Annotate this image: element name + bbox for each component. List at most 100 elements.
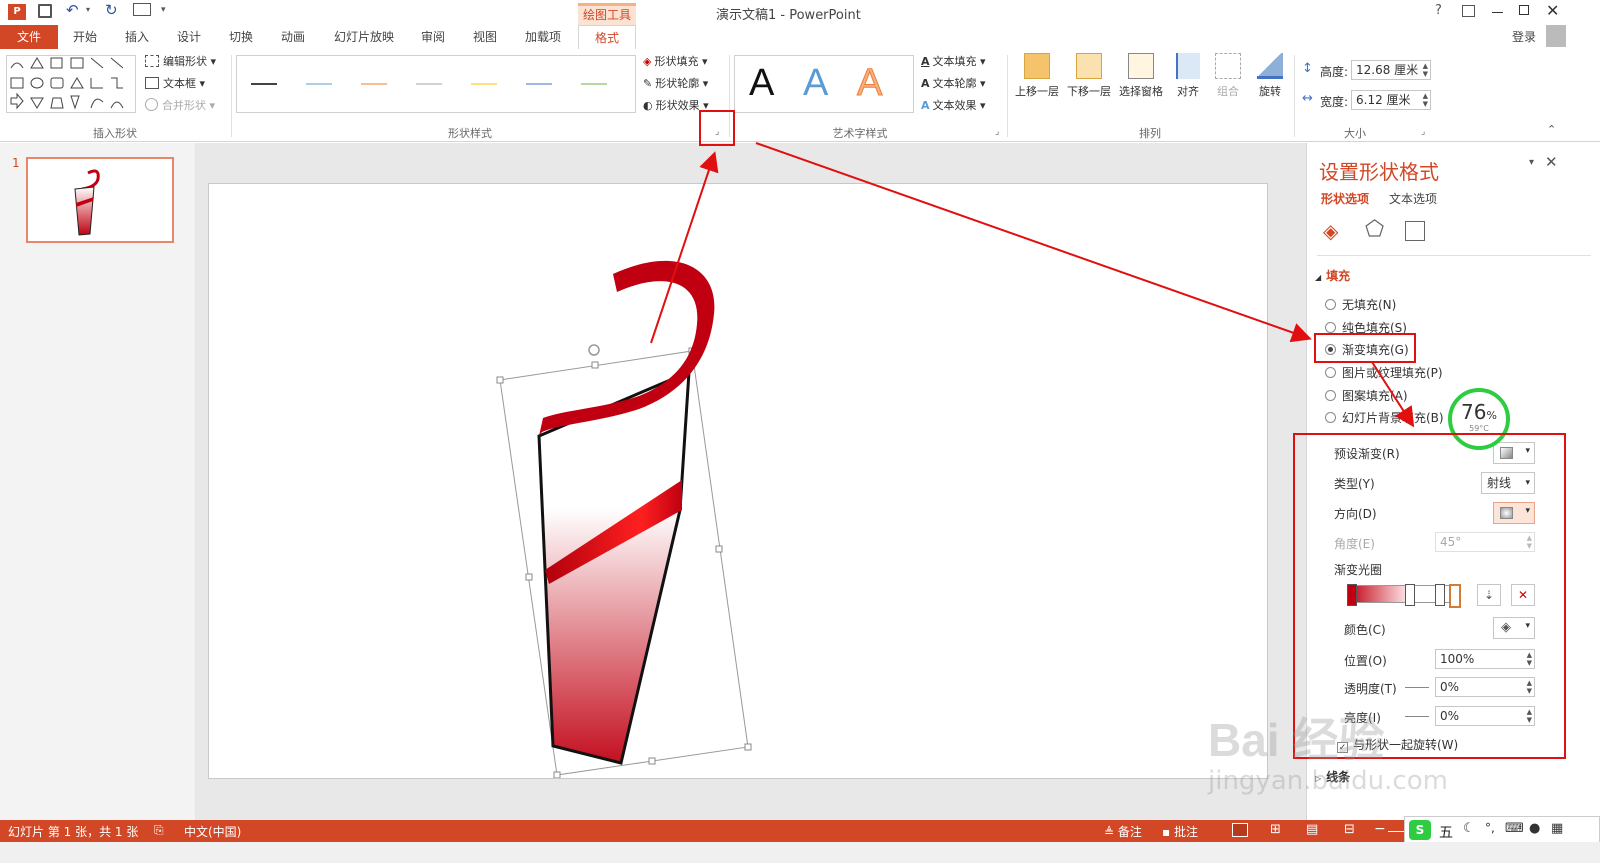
wordart-style-black[interactable]: A: [749, 62, 774, 105]
language-indicator[interactable]: 中文(中国): [184, 823, 241, 840]
tab-view[interactable]: 视图: [462, 25, 508, 49]
pane-close-icon[interactable]: ✕: [1545, 153, 1558, 171]
ime-logo-icon[interactable]: S: [1409, 820, 1431, 840]
login-link[interactable]: 登录: [1512, 28, 1536, 45]
text-effects-button[interactable]: A 文本效果 ▾: [921, 97, 986, 115]
fill-option-pattern[interactable]: 图案填充(A): [1325, 387, 1408, 404]
tab-file[interactable]: 文件: [0, 25, 58, 49]
spellcheck-icon[interactable]: ⎘: [154, 823, 164, 838]
text-outline-button[interactable]: A 文本轮廓 ▾: [921, 75, 986, 93]
radio-picture[interactable]: [1325, 367, 1336, 378]
fill-option-none[interactable]: 无填充(N): [1325, 296, 1396, 313]
merge-shapes-button[interactable]: 合并形状 ▾: [145, 97, 215, 115]
punctuation-icon[interactable]: °,: [1485, 821, 1495, 835]
shape-fill-button[interactable]: ◈ 形状填充 ▾: [643, 53, 708, 71]
radio-background[interactable]: [1325, 412, 1336, 423]
bring-forward-button[interactable]: 上移一层: [1012, 53, 1062, 99]
slide-sorter-icon[interactable]: ⊞: [1270, 822, 1281, 837]
shapes-grid-icon: [10, 57, 124, 110]
fill-option-background[interactable]: 幻灯片背景填充(B): [1325, 409, 1444, 426]
minimize-button[interactable]: [1492, 12, 1503, 13]
send-backward-button[interactable]: 下移一层: [1064, 53, 1114, 99]
widget-temp: 59°C: [1469, 424, 1489, 433]
width-spinner[interactable]: ▲ ▼: [1423, 92, 1428, 108]
text-fill-button[interactable]: A 文本填充 ▾: [921, 53, 986, 71]
wordart-style-orange[interactable]: A: [856, 62, 882, 105]
slide-thumbnail[interactable]: [26, 157, 174, 243]
tab-design[interactable]: 设计: [166, 25, 212, 49]
rotate-button[interactable]: 旋转: [1252, 53, 1288, 99]
tab-home[interactable]: 开始: [62, 25, 108, 49]
title-bar: P ↶ ▾ ↻ ▾ 绘图工具 演示文稿1 - PowerPoint ? ✕: [0, 0, 1600, 25]
shape-style-gallery[interactable]: [236, 55, 636, 113]
radio-solid[interactable]: [1325, 322, 1336, 333]
align-button[interactable]: 对齐: [1170, 53, 1206, 99]
height-input[interactable]: 12.68 厘米 ▲ ▼: [1351, 60, 1431, 80]
restore-button[interactable]: [1519, 5, 1529, 15]
reading-view-icon[interactable]: ▤: [1306, 822, 1318, 837]
annotation-gradient-fill-box: [1314, 333, 1416, 363]
tab-animations[interactable]: 动画: [270, 25, 316, 49]
customize-qat-icon[interactable]: ▾: [161, 5, 166, 15]
undo-icon[interactable]: ↶: [66, 1, 79, 19]
text-box-button[interactable]: 文本框 ▾: [145, 75, 205, 93]
effects-pentagon-icon[interactable]: ⬠: [1365, 217, 1384, 242]
avatar[interactable]: [1546, 25, 1566, 47]
straw[interactable]: [539, 260, 715, 436]
tab-slideshow[interactable]: 幻灯片放映: [324, 25, 404, 49]
group-button[interactable]: 组合: [1210, 53, 1246, 99]
tab-addins[interactable]: 加载项: [514, 25, 572, 49]
pane-options-dropdown[interactable]: ▾: [1529, 157, 1534, 168]
fill-option-picture[interactable]: 图片或纹理填充(P): [1325, 364, 1443, 381]
redo-icon[interactable]: ↻: [105, 1, 118, 19]
help-button[interactable]: ?: [1435, 3, 1442, 18]
collapse-ribbon-icon[interactable]: ⌃: [1547, 123, 1556, 136]
ime-toolbar: S 五 ☾ °, ⌨ ● ▦: [1404, 816, 1600, 844]
tab-shape-options[interactable]: 形状选项: [1321, 190, 1369, 207]
user-icon[interactable]: ●: [1529, 821, 1540, 836]
radio-pattern[interactable]: [1325, 390, 1336, 401]
zoom-out-button[interactable]: −: [1374, 821, 1386, 837]
tab-text-options[interactable]: 文本选项: [1389, 190, 1437, 207]
undo-dropdown-icon[interactable]: ▾: [86, 5, 90, 14]
tab-format[interactable]: 格式: [578, 25, 636, 49]
slide-thumbnail-panel: 1: [0, 143, 196, 820]
moon-icon[interactable]: ☾: [1463, 821, 1475, 836]
text-fill-icon: A: [921, 55, 930, 68]
height-label: 高度:: [1320, 65, 1349, 79]
settings-icon[interactable]: ▦: [1551, 821, 1563, 836]
close-button[interactable]: ✕: [1546, 1, 1559, 20]
radio-none[interactable]: [1325, 299, 1336, 310]
presentation-icon[interactable]: [133, 3, 151, 16]
wordart-gallery[interactable]: A A A: [734, 55, 914, 113]
keyboard-icon[interactable]: ⌨: [1505, 821, 1524, 836]
rotation-handle[interactable]: [588, 344, 600, 356]
shape-outline-button[interactable]: ✎ 形状轮廓 ▾: [643, 75, 708, 93]
ime-mode[interactable]: 五: [1439, 822, 1453, 842]
save-icon[interactable]: [38, 4, 52, 18]
shape-gallery[interactable]: [6, 55, 136, 113]
normal-view-icon[interactable]: [1232, 823, 1248, 837]
tab-transitions[interactable]: 切换: [218, 25, 264, 49]
slide[interactable]: [208, 183, 1268, 779]
ribbon-tabs: 文件 开始 插入 设计 切换 动画 幻灯片放映 审阅 视图 加载项 格式 登录: [0, 25, 1600, 49]
wordart-dialog-launcher[interactable]: ⌟: [995, 127, 999, 137]
line-style-swatches[interactable]: [237, 56, 635, 112]
fill-line-icon[interactable]: ◈: [1323, 219, 1338, 243]
notes-button[interactable]: ≜ 备注: [1104, 823, 1142, 840]
wordart-style-blue[interactable]: A: [803, 62, 828, 105]
ribbon-display-icon[interactable]: [1462, 5, 1475, 17]
tab-review[interactable]: 审阅: [410, 25, 456, 49]
selection-pane-button[interactable]: 选择窗格: [1115, 53, 1167, 99]
tab-insert[interactable]: 插入: [114, 25, 160, 49]
group-label-insert-shapes: 插入形状: [93, 127, 137, 140]
width-input[interactable]: 6.12 厘米 ▲ ▼: [1351, 90, 1431, 110]
size-properties-icon[interactable]: [1405, 221, 1425, 241]
comments-button[interactable]: ▪ 批注: [1162, 823, 1198, 840]
fill-section-header[interactable]: ◢ 填充: [1315, 267, 1350, 284]
edit-shape-button[interactable]: 编辑形状 ▾: [145, 53, 216, 71]
size-dialog-launcher[interactable]: ⌟: [1421, 127, 1425, 137]
slideshow-view-icon[interactable]: ⊟: [1344, 822, 1355, 837]
group-icon: [1215, 53, 1241, 79]
height-spinner[interactable]: ▲ ▼: [1423, 62, 1428, 78]
